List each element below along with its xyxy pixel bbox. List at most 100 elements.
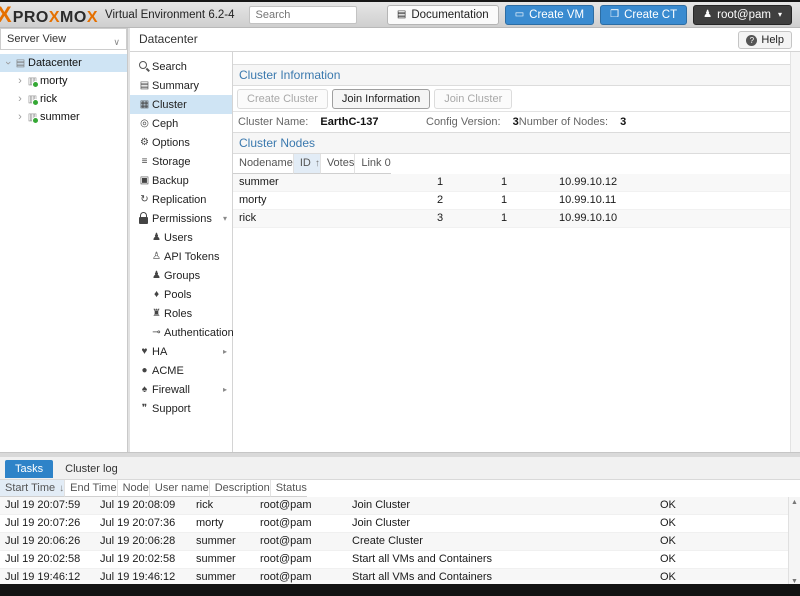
nav-item[interactable]: ❞ Support	[130, 399, 232, 418]
expander-icon[interactable]	[15, 112, 25, 122]
table-row[interactable]: rick 3 1 10.99.10.10	[233, 210, 800, 228]
table-row[interactable]: summer 1 1 10.99.10.12	[233, 174, 800, 192]
users-icon: ♟	[149, 231, 164, 244]
toolbar-button[interactable]: Join Cluster	[434, 89, 512, 109]
datacenter-icon: ▤	[13, 57, 28, 70]
nav-item[interactable]: ♥ HA ▸	[130, 342, 232, 361]
cluster-info-fields: Cluster Name: EarthC-137 Config Version:…	[233, 112, 800, 132]
toolbar-button[interactable]: Join Information	[332, 89, 430, 109]
tab[interactable]: Tasks	[5, 460, 53, 478]
nav-item[interactable]: ♠ Firewall ▸	[130, 380, 232, 399]
column-header[interactable]: Votes	[321, 154, 356, 174]
tree-item[interactable]: morty	[0, 72, 127, 90]
table-row[interactable]: Jul 19 20:02:58 Jul 19 20:02:58 summer r…	[0, 551, 800, 569]
help-button[interactable]: Help	[738, 31, 792, 49]
expander-icon[interactable]	[15, 94, 25, 104]
create-vm-button[interactable]: ▭ Create VM	[505, 5, 594, 25]
column-header[interactable]: User name	[150, 480, 210, 497]
field-label: Number of Nodes:	[519, 116, 608, 128]
center-body: Search ▤ Summary ▦ Cluster	[130, 52, 800, 452]
book-icon: ▤	[397, 10, 406, 20]
nav-item[interactable]: ♟ Users	[130, 228, 232, 247]
sort-arrow-icon: ↑	[315, 158, 320, 169]
field-label: Config Version:	[426, 116, 501, 128]
nav-item[interactable]: ♦ Pools	[130, 285, 232, 304]
search-input[interactable]	[249, 6, 357, 24]
firewall-icon: ♠	[137, 383, 152, 396]
center-panel: Datacenter Help Search	[130, 28, 800, 452]
nav-item[interactable]: Permissions ▾	[130, 209, 232, 228]
tree-item[interactable]: summer	[0, 108, 127, 126]
column-header[interactable]: Nodename	[233, 154, 294, 174]
nav-item[interactable]: ▦ Cluster	[130, 95, 232, 114]
create-ct-button[interactable]: ❒ Create CT	[600, 5, 687, 25]
replication-icon: ↻	[137, 193, 152, 206]
cluster-toolbar: Create Cluster Join Information Join Clu…	[233, 86, 800, 112]
nav-item[interactable]: ▤ Summary	[130, 76, 232, 95]
expander-icon[interactable]	[3, 58, 13, 68]
nav-item[interactable]: ◎ Ceph	[130, 114, 232, 133]
nav-item[interactable]: Search	[130, 57, 232, 76]
tree-item[interactable]: rick	[0, 90, 127, 108]
tasks-tabbar: Tasks Cluster log	[0, 457, 800, 480]
tab[interactable]: Cluster log	[55, 460, 128, 478]
node-icon	[25, 75, 40, 88]
support-icon: ❞	[137, 402, 152, 415]
user-menu-button[interactable]: ♟ root@pam ▾	[693, 5, 792, 25]
options-icon: ⚙	[137, 136, 152, 149]
table-row[interactable]: Jul 19 20:06:26 Jul 19 20:06:28 summer r…	[0, 533, 800, 551]
resource-tree: ▤ Datacenter morty rick	[0, 50, 127, 126]
column-header[interactable]: Link 0	[355, 154, 390, 174]
info-field: Number of Nodes: 3	[519, 116, 626, 128]
toolbar-button[interactable]: Create Cluster	[237, 89, 328, 109]
column-header[interactable]: Status	[271, 480, 307, 497]
table-row[interactable]: Jul 19 20:07:26 Jul 19 20:07:36 morty ro…	[0, 515, 800, 533]
expander-icon[interactable]	[15, 76, 25, 86]
chevron-icon: ▸	[223, 385, 227, 394]
nav-item[interactable]: ♙ API Tokens	[130, 247, 232, 266]
nav-item[interactable]: ▣ Backup	[130, 171, 232, 190]
column-header[interactable]: Description	[210, 480, 271, 497]
node-icon	[25, 111, 40, 124]
main-area: Server View ▤ Datacenter morty	[0, 28, 800, 452]
top-header: X PROXMOX Virtual Environment 6.2-4 ▤ Do…	[0, 0, 800, 28]
cluster-content: Cluster Information Create Cluster Join …	[233, 52, 800, 452]
nav-item[interactable]: ● ACME	[130, 361, 232, 380]
summary-icon: ▤	[137, 79, 152, 92]
search-icon	[137, 60, 152, 73]
documentation-button[interactable]: ▤ Documentation	[387, 5, 499, 25]
scroll-up-icon[interactable]	[789, 499, 800, 506]
view-selector[interactable]: Server View	[0, 28, 127, 50]
acme-icon: ●	[137, 364, 152, 377]
content-scrollbar[interactable]	[790, 52, 800, 452]
container-icon: ❒	[610, 10, 619, 20]
column-header[interactable]: ID↑	[294, 154, 321, 174]
tasks-scrollbar[interactable]	[788, 497, 800, 587]
tasks-table-body: Jul 19 20:07:59 Jul 19 20:08:09 rick roo…	[0, 497, 800, 587]
nodes-table-header: Nodename ID↑ Votes	[233, 154, 800, 174]
proxmox-logo-text: PROXMOX	[13, 9, 98, 27]
tasks-panel: Tasks Cluster log Start Time↓ End Time N…	[0, 452, 800, 584]
field-label: Cluster Name:	[238, 116, 308, 128]
groups-icon: ♟	[149, 269, 164, 282]
bottom-bar	[0, 584, 800, 596]
pools-icon: ♦	[149, 288, 164, 301]
proxmox-app: X PROXMOX Virtual Environment 6.2-4 ▤ Do…	[0, 0, 800, 596]
tree-item[interactable]: ▤ Datacenter	[0, 54, 127, 72]
version-subtitle: Virtual Environment 6.2-4	[105, 9, 235, 21]
nav-item[interactable]: ♜ Roles	[130, 304, 232, 323]
field-value: 3	[620, 116, 626, 128]
nav-item[interactable]: ≡ Storage	[130, 152, 232, 171]
nav-item[interactable]: ♟ Groups	[130, 266, 232, 285]
header-actions: ▤ Documentation ▭ Create VM ❒ Create CT …	[387, 5, 792, 25]
table-row[interactable]: Jul 19 20:07:59 Jul 19 20:08:09 rick roo…	[0, 497, 800, 515]
nav-item[interactable]: ⊸ Authentication	[130, 323, 232, 342]
table-row[interactable]: morty 2 1 10.99.10.11	[233, 192, 800, 210]
column-header[interactable]: Start Time↓	[0, 480, 65, 497]
panel-titlebar: Datacenter Help	[130, 28, 800, 52]
nav-item[interactable]: ↻ Replication	[130, 190, 232, 209]
roles-icon: ♜	[149, 307, 164, 320]
column-header[interactable]: Node	[118, 480, 150, 497]
column-header[interactable]: End Time	[65, 480, 117, 497]
nav-item[interactable]: ⚙ Options	[130, 133, 232, 152]
